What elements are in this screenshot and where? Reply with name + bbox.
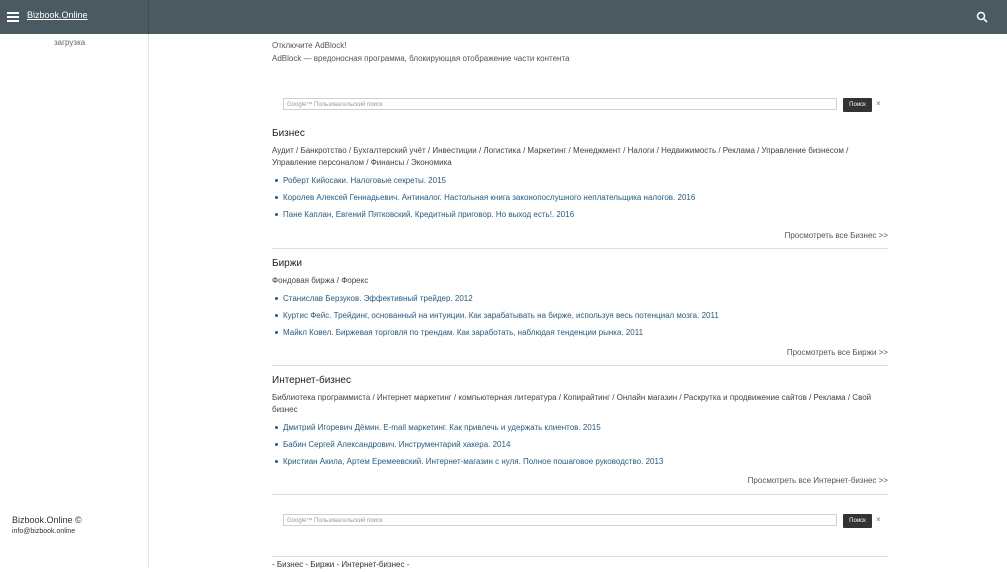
book-item[interactable]: Дмитрий Игоревич Дёмин. E-mail маркетинг… <box>272 422 888 433</box>
site-logo-link[interactable]: Bizbook.Online <box>27 10 88 20</box>
book-link[interactable]: Бабин Сергей Александрович. Инструментар… <box>283 440 510 449</box>
hamburger-icon[interactable] <box>7 12 19 22</box>
search-box-bottom: Google™ Пользовательский поиск Поиск × <box>283 514 888 528</box>
contact-email-link[interactable]: info@bizbook.online <box>12 528 75 535</box>
book-link[interactable]: Дмитрий Игоревич Дёмин. E-mail маркетинг… <box>283 423 601 432</box>
book-link[interactable]: Кристиан Акила, Артем Еремеевский. Интер… <box>283 457 663 466</box>
view-all-link[interactable]: Просмотреть все Бизнес >> <box>785 231 888 240</box>
divider <box>272 494 888 495</box>
adblock-notice-text: AdBlock — вредоносная программа, блокиру… <box>272 54 570 63</box>
footer-category-links[interactable]: - Бизнес - Биржи - Интернет-бизнес - <box>272 560 409 569</box>
book-item[interactable]: Пане Каплан, Евгений Пятковский. Кредитн… <box>272 209 888 220</box>
section-business: Бизнес Аудит / Банкротство / Бухгалтерск… <box>272 128 888 244</box>
divider <box>272 556 888 557</box>
book-item[interactable]: Станислав Берзуков. Эффективный трейдер.… <box>272 293 888 304</box>
book-list: Дмитрий Игоревич Дёмин. E-mail маркетинг… <box>272 422 888 467</box>
search-input[interactable]: Google™ Пользовательский поиск <box>283 514 837 526</box>
brand-zone: Bizbook.Online <box>0 0 149 34</box>
book-item[interactable]: Куртис Фейс. Трейдинг, основанный на инт… <box>272 310 888 321</box>
category-links[interactable]: Библиотека программиста / Интернет марке… <box>272 392 888 416</box>
top-bar: Bizbook.Online <box>0 0 1007 34</box>
upload-link[interactable]: загрузка <box>54 38 85 47</box>
copyright: Bizbook.Online © <box>12 515 82 525</box>
sidebar: загрузка Bizbook.Online © info@bizbook.o… <box>0 34 149 568</box>
adblock-notice-title: Отключите AdBlock! <box>272 41 347 50</box>
category-links[interactable]: Аудит / Банкротство / Бухгалтерский учёт… <box>272 145 888 169</box>
search-icon[interactable] <box>976 11 988 23</box>
book-link[interactable]: Королев Алексей Геннадьевич. Антиналог. … <box>283 193 695 202</box>
search-input[interactable]: Google™ Пользовательский поиск <box>283 98 837 110</box>
category-links[interactable]: Фондовая биржа / Форекс <box>272 275 888 287</box>
clear-search-icon[interactable]: × <box>876 99 881 108</box>
section-title: Биржи <box>272 258 302 269</box>
book-link[interactable]: Майкл Ковел. Биржевая торговля по тренда… <box>283 328 643 337</box>
view-all-link[interactable]: Просмотреть все Интернет-бизнес >> <box>748 476 888 485</box>
book-link[interactable]: Станислав Берзуков. Эффективный трейдер.… <box>283 294 473 303</box>
search-button[interactable]: Поиск <box>843 514 872 528</box>
book-item[interactable]: Кристиан Акила, Артем Еремеевский. Интер… <box>272 456 888 467</box>
book-item[interactable]: Королев Алексей Геннадьевич. Антиналог. … <box>272 192 888 203</box>
book-list: Роберт Кийосаки. Налоговые секреты. 2015… <box>272 175 888 220</box>
section-internet-business: Интернет-бизнес Библиотека программиста … <box>272 375 888 489</box>
book-link[interactable]: Роберт Кийосаки. Налоговые секреты. 2015 <box>283 176 446 185</box>
search-box-top: Google™ Пользовательский поиск Поиск × <box>283 98 888 112</box>
book-list: Станислав Берзуков. Эффективный трейдер.… <box>272 293 888 338</box>
book-item[interactable]: Майкл Ковел. Биржевая торговля по тренда… <box>272 327 888 338</box>
adblock-notice: Отключите AdBlock! AdBlock — вредоносная… <box>272 34 888 65</box>
section-title: Интернет-бизнес <box>272 375 351 386</box>
book-item[interactable]: Бабин Сергей Александрович. Инструментар… <box>272 439 888 450</box>
book-link[interactable]: Куртис Фейс. Трейдинг, основанный на инт… <box>283 311 719 320</box>
book-link[interactable]: Пане Каплан, Евгений Пятковский. Кредитн… <box>283 210 574 219</box>
search-button[interactable]: Поиск <box>843 98 872 112</box>
main-content: Отключите AdBlock! AdBlock — вредоносная… <box>272 34 888 65</box>
view-all-link[interactable]: Просмотреть все Биржи >> <box>787 348 888 357</box>
section-title: Бизнес <box>272 128 305 139</box>
book-item[interactable]: Роберт Кийосаки. Налоговые секреты. 2015 <box>272 175 888 186</box>
clear-search-icon[interactable]: × <box>876 515 881 524</box>
section-exchanges: Биржи Фондовая биржа / Форекс Станислав … <box>272 258 888 362</box>
divider <box>272 365 888 366</box>
divider <box>272 248 888 249</box>
